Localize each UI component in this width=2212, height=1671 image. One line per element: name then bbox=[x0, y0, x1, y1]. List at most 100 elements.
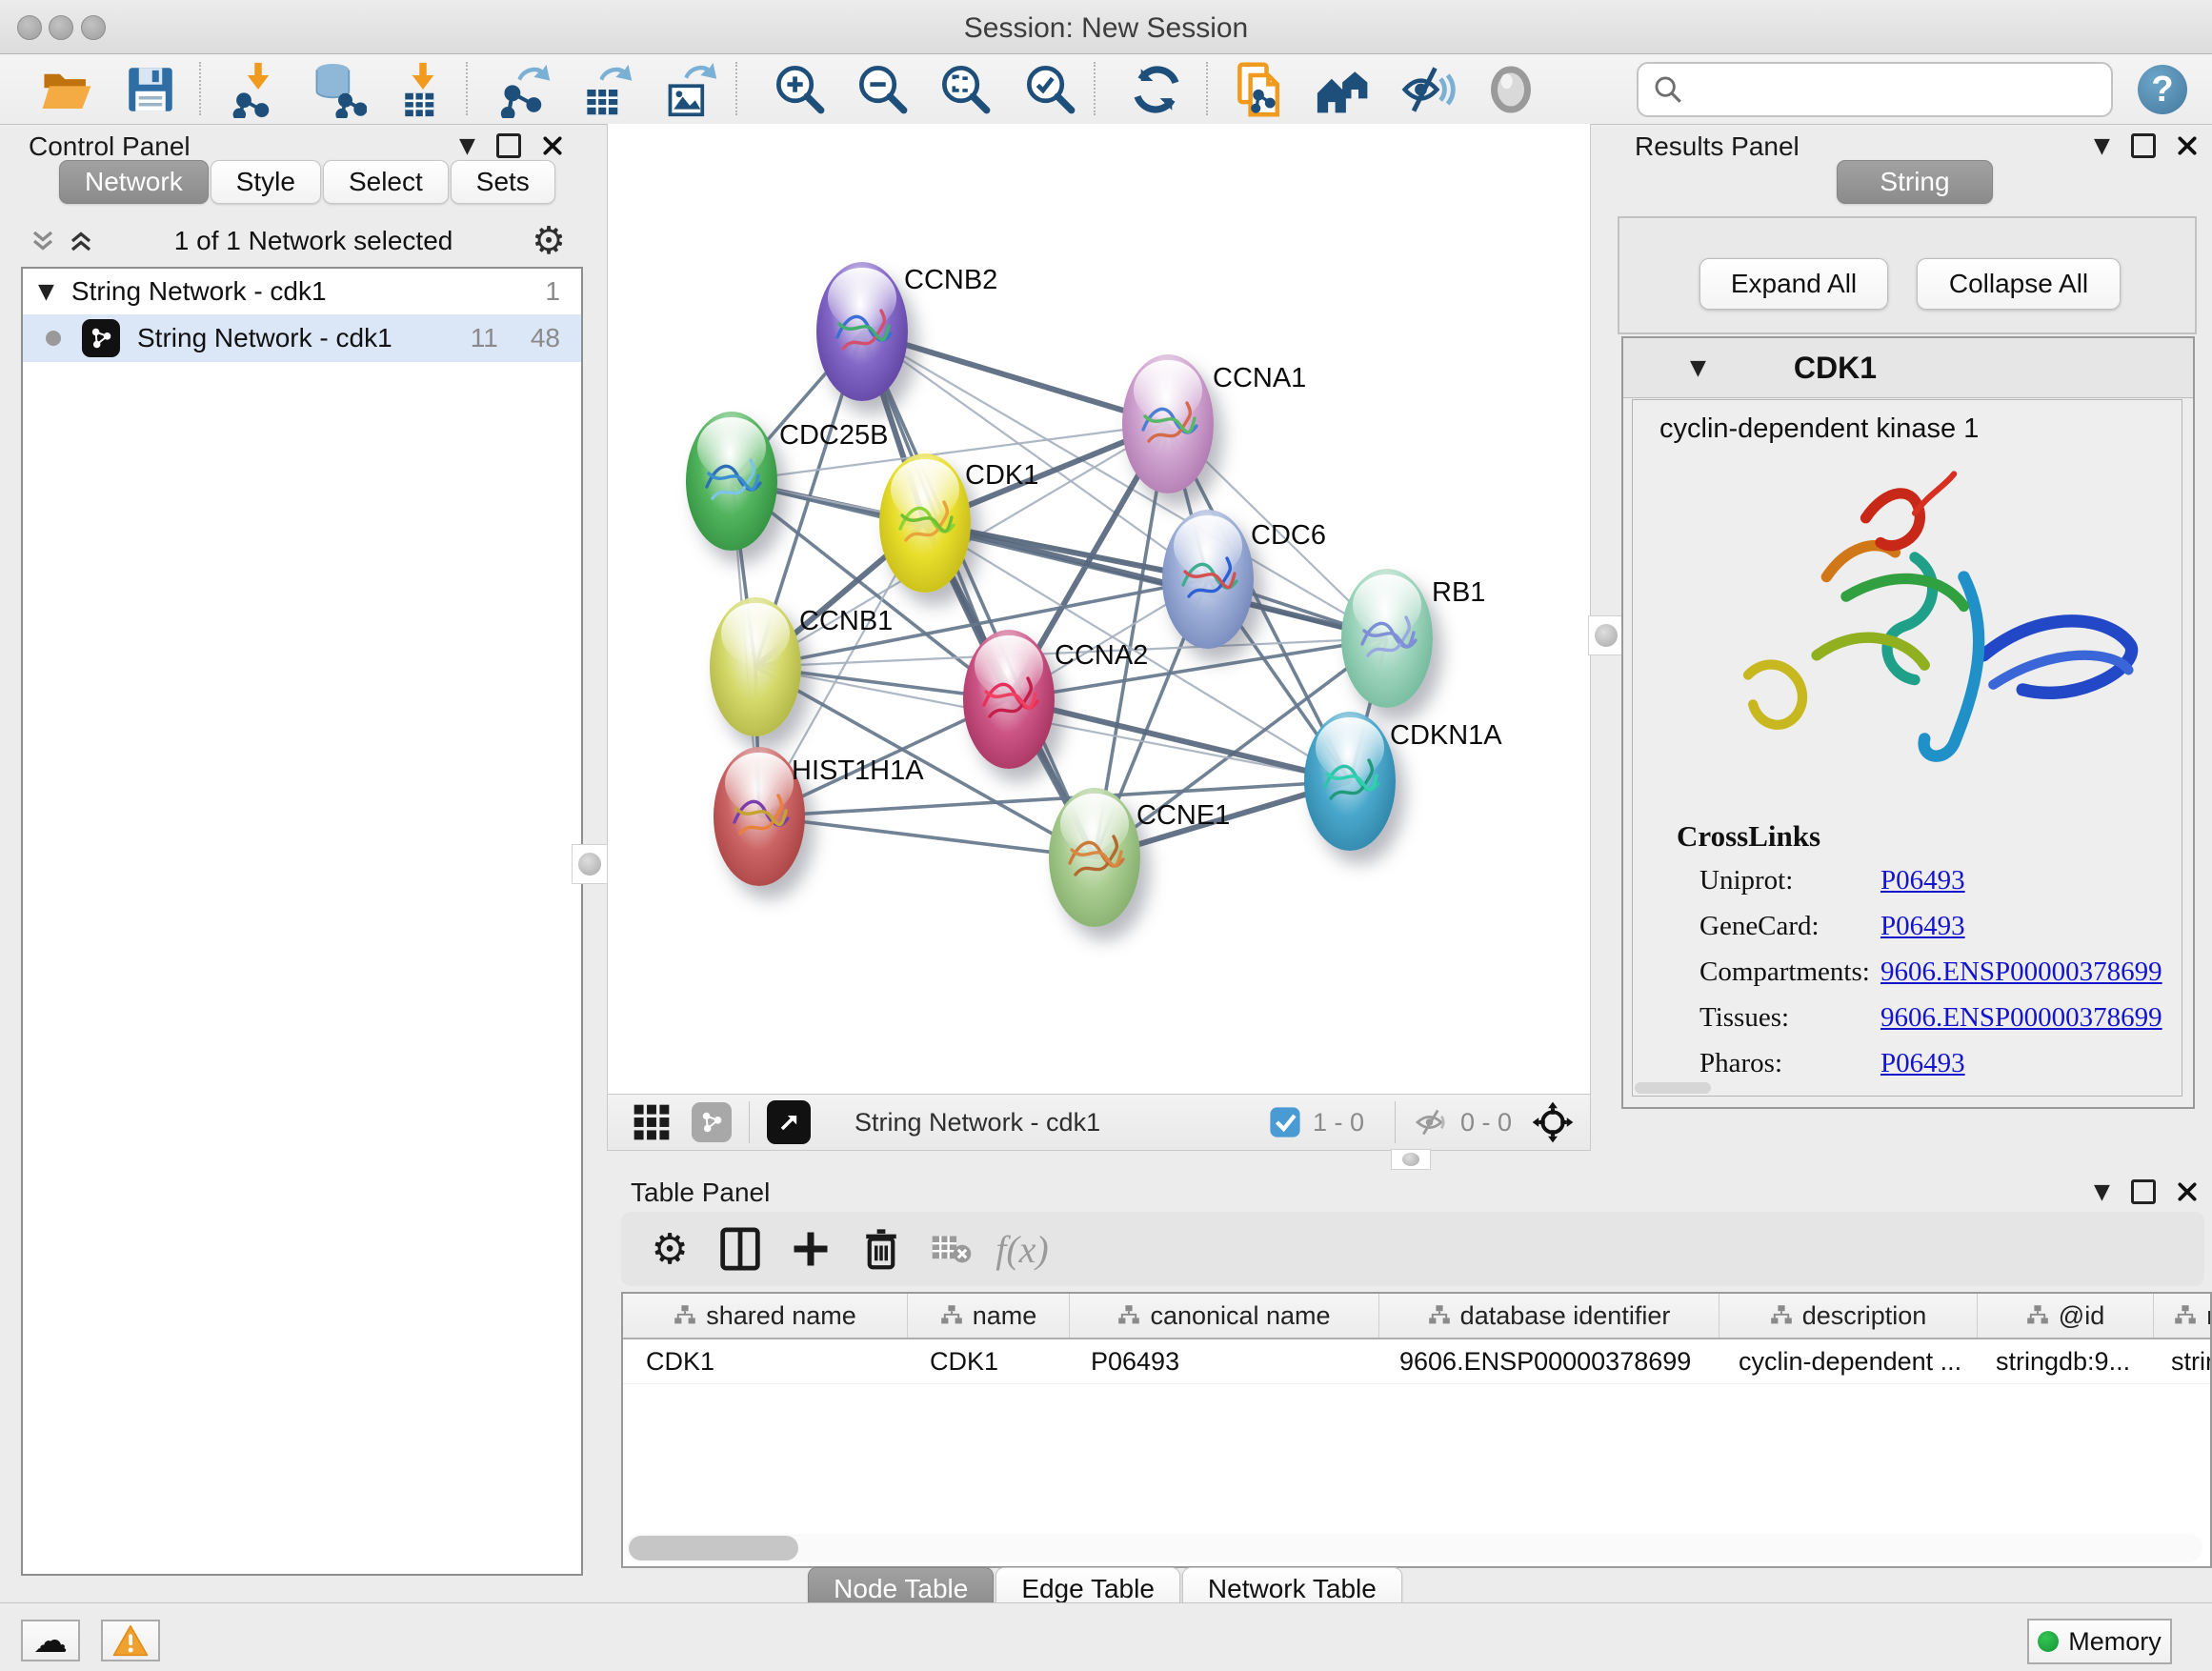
tab-style[interactable]: Style bbox=[211, 160, 321, 204]
table-cell[interactable]: stringdb bbox=[2148, 1339, 2212, 1383]
panel-close-icon[interactable] bbox=[2177, 135, 2198, 156]
help-button[interactable]: ? bbox=[2132, 59, 2193, 120]
node-CCNB2[interactable] bbox=[816, 262, 908, 401]
zoom-out-button[interactable] bbox=[853, 59, 914, 120]
column-header-5[interactable]: @id bbox=[1978, 1294, 2154, 1338]
network-collection-row[interactable]: ▼ String Network - cdk1 1 bbox=[23, 269, 581, 314]
entry-header[interactable]: ▼ CDK1 bbox=[1623, 338, 2193, 398]
save-session-button[interactable] bbox=[120, 59, 181, 120]
network-row-selected[interactable]: String Network - cdk1 11 48 bbox=[23, 314, 581, 362]
tab-network[interactable]: Network bbox=[59, 160, 209, 204]
gear-icon[interactable]: ⚙ bbox=[532, 219, 566, 263]
memory-button[interactable]: Memory bbox=[2027, 1619, 2172, 1664]
zoom-selected-button[interactable] bbox=[1020, 59, 1081, 120]
panel-close-icon[interactable] bbox=[542, 135, 563, 156]
node-CDK1[interactable] bbox=[879, 453, 971, 593]
show-columns-button[interactable] bbox=[705, 1218, 775, 1279]
table-row[interactable]: CDK1CDK1P064939606.ENSP00000378699cyclin… bbox=[623, 1339, 2210, 1384]
create-column-button[interactable] bbox=[775, 1218, 846, 1279]
zoom-in-button[interactable] bbox=[770, 59, 831, 120]
birdseye-icon[interactable] bbox=[767, 1100, 811, 1144]
network-canvas[interactable]: CCNB2CCNA1CDC25BCDK1CDC6RB1CCNB1CCNA2CDK… bbox=[607, 124, 1591, 1094]
tab-sets[interactable]: Sets bbox=[451, 160, 555, 204]
edge-CCNA2-CDKN1A[interactable] bbox=[1009, 699, 1350, 781]
network-view-icon[interactable] bbox=[692, 1102, 732, 1142]
node-CDKN1A[interactable] bbox=[1304, 712, 1396, 851]
left-splitter-handle[interactable] bbox=[572, 844, 608, 884]
table-cell[interactable]: stringdb:9... bbox=[1973, 1339, 2148, 1383]
houses-button[interactable] bbox=[1314, 59, 1375, 120]
gray-lens-icon bbox=[1484, 63, 1538, 116]
import-network-file-button[interactable] bbox=[228, 59, 289, 120]
tab-string[interactable]: String bbox=[1837, 160, 1993, 204]
node-CCNA2[interactable] bbox=[963, 630, 1055, 769]
table-cell[interactable]: CDK1 bbox=[907, 1339, 1068, 1383]
expand-all-button[interactable]: Expand All bbox=[1699, 258, 1888, 310]
collapse-all-icon[interactable] bbox=[29, 227, 57, 255]
column-header-6[interactable]: namespac bbox=[2154, 1294, 2212, 1338]
node-CCNB1[interactable] bbox=[710, 597, 801, 736]
crosslink-link[interactable]: P06493 bbox=[1880, 911, 1965, 942]
refresh-button[interactable] bbox=[1126, 59, 1187, 120]
open-session-button[interactable] bbox=[36, 59, 97, 120]
node-CCNE1[interactable] bbox=[1049, 788, 1140, 927]
table-settings-button[interactable]: ⚙ bbox=[634, 1218, 705, 1279]
column-header-3[interactable]: database identifier bbox=[1379, 1294, 1719, 1338]
warnings-button[interactable] bbox=[101, 1620, 160, 1661]
table-cell[interactable]: 9606.ENSP00000378699 bbox=[1377, 1339, 1716, 1383]
table-cell[interactable]: cyclin-dependent ... bbox=[1716, 1339, 1973, 1383]
column-header-1[interactable]: name bbox=[908, 1294, 1070, 1338]
crosslink-link[interactable]: 9606.ENSP00000378699 bbox=[1880, 1002, 2162, 1034]
node-CDC25B[interactable] bbox=[686, 412, 777, 551]
delete-column-button[interactable] bbox=[846, 1218, 916, 1279]
crosshair-icon[interactable] bbox=[1531, 1100, 1575, 1144]
bottom-splitter-handle[interactable] bbox=[1391, 1149, 1431, 1170]
panel-menu-icon[interactable]: ▼ bbox=[2094, 134, 2110, 158]
panel-float-icon[interactable] bbox=[2131, 1179, 2156, 1204]
panel-float-icon[interactable] bbox=[496, 133, 521, 158]
table-hscroll-thumb[interactable] bbox=[629, 1536, 798, 1560]
disclosure-icon[interactable]: ▼ bbox=[38, 280, 54, 304]
import-table-file-button[interactable] bbox=[392, 59, 453, 120]
tab-select[interactable]: Select bbox=[323, 160, 449, 204]
node-RB1[interactable] bbox=[1341, 569, 1433, 708]
column-header-2[interactable]: canonical name bbox=[1070, 1294, 1379, 1338]
entry-description: cyclin-dependent kinase 1 bbox=[1659, 413, 1979, 445]
node-label-RB1: RB1 bbox=[1432, 577, 1485, 609]
crosslink-link[interactable]: P06493 bbox=[1880, 865, 1965, 896]
export-image-button[interactable] bbox=[661, 59, 722, 120]
selected-checkbox-icon[interactable] bbox=[1269, 1106, 1301, 1138]
gray-eye-button[interactable] bbox=[1480, 59, 1541, 120]
table-hscrollbar[interactable] bbox=[625, 1534, 2202, 1562]
grid-view-icon[interactable] bbox=[631, 1101, 673, 1143]
node-CDC6[interactable] bbox=[1162, 510, 1254, 649]
zoom-fit-button[interactable] bbox=[935, 59, 996, 120]
table-cell[interactable]: CDK1 bbox=[623, 1339, 907, 1383]
expand-all-icon[interactable] bbox=[67, 227, 95, 255]
panel-float-icon[interactable] bbox=[2131, 133, 2156, 158]
hide-selected-button[interactable] bbox=[1398, 59, 1458, 120]
node-CCNA1[interactable] bbox=[1122, 354, 1214, 493]
export-table-button[interactable] bbox=[576, 59, 637, 120]
function-builder-button[interactable]: f(x) bbox=[987, 1218, 1057, 1279]
cloud-button[interactable]: ☁ bbox=[21, 1620, 80, 1661]
entry-disclosure-icon[interactable]: ▼ bbox=[1690, 356, 1706, 380]
import-network-database-button[interactable] bbox=[308, 59, 369, 120]
export-network-button[interactable] bbox=[494, 59, 555, 120]
crosslink-link[interactable]: 9606.ENSP00000378699 bbox=[1880, 956, 2162, 988]
crosslink-link[interactable]: P06493 bbox=[1880, 1048, 1965, 1079]
search-input[interactable] bbox=[1684, 70, 2111, 110]
table-cell[interactable]: P06493 bbox=[1068, 1339, 1377, 1383]
panel-close-icon[interactable] bbox=[2177, 1181, 2198, 1202]
results-scrollbar[interactable] bbox=[1635, 1082, 1711, 1094]
collapse-all-button[interactable]: Collapse All bbox=[1917, 258, 2121, 310]
copy-network-button[interactable] bbox=[1229, 59, 1290, 120]
panel-menu-icon[interactable]: ▼ bbox=[2094, 1180, 2110, 1204]
right-splitter-handle[interactable] bbox=[1588, 615, 1624, 655]
delete-table-button[interactable] bbox=[916, 1218, 987, 1279]
panel-menu-icon[interactable]: ▼ bbox=[459, 134, 475, 158]
column-header-0[interactable]: shared name bbox=[623, 1294, 908, 1338]
search-icon bbox=[1652, 73, 1684, 106]
column-header-4[interactable]: description bbox=[1719, 1294, 1978, 1338]
edge-HIST1H1A-CCNE1[interactable] bbox=[759, 816, 1095, 857]
